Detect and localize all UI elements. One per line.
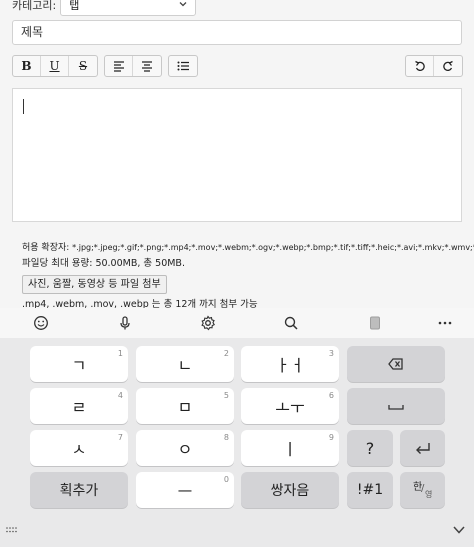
content-editor[interactable] [12,88,462,222]
key-label: ㅣ [282,440,298,459]
question-key[interactable]: ? [347,430,393,466]
double-consonant-key[interactable]: 쌍자음 [241,472,339,508]
key-ieung[interactable]: ㅇ 8 [136,430,234,466]
format-group: B U S [12,55,98,77]
post-form: 카테고리: 탭 제목 B U S 허용 확장자: *.jpg;*.jpeg;*.… [0,0,474,312]
redo-button[interactable] [434,56,462,76]
key-label: ㄹ [71,398,87,417]
language-switch-key[interactable]: 한 / 영 [400,472,445,508]
microphone-icon[interactable] [117,315,133,331]
keyboard-nav-bar [0,516,474,547]
keyboard-toolbar [0,308,474,338]
add-stroke-key[interactable]: 획추가 [30,472,128,508]
key-eu[interactable]: ㅡ 0 [136,472,234,508]
key-label: !#1 [356,482,384,498]
text-caret [23,99,24,114]
allowed-label: 허용 확장자: [22,243,70,253]
key-a-eo[interactable]: ㅏㅓ 3 [241,346,339,382]
key-number: 4 [117,391,123,400]
key-number: 1 [117,349,123,358]
category-value: 탭 [69,0,80,12]
key-label: ㅡ [177,482,193,501]
undo-icon [414,60,425,72]
key-label: ㄱ [71,356,87,375]
key-number: 8 [223,433,229,442]
bullet-list-button[interactable] [169,56,197,76]
key-number: 6 [328,391,334,400]
key-label: ㅅ [71,440,87,459]
space-icon [388,405,404,410]
strikethrough-button[interactable]: S [69,56,97,76]
key-rieul[interactable]: ㄹ 4 [30,388,128,424]
key-o-u[interactable]: ㅗㅜ 6 [241,388,339,424]
keyboard-switcher-icon[interactable] [5,525,19,535]
align-group [104,55,162,77]
key-number: 0 [223,475,229,484]
enter-key[interactable] [400,430,445,466]
underline-button[interactable]: U [41,56,69,76]
key-number: 2 [223,349,229,358]
key-label: 쌍자음 [270,483,310,499]
more-options-icon[interactable] [437,315,453,331]
space-key[interactable] [347,388,445,424]
max-size-text: 파일당 최대 용량: 50.00MB, 총 50MB. [22,258,185,269]
key-i[interactable]: ㅣ 9 [241,430,339,466]
key-mieum[interactable]: ㅁ 5 [136,388,234,424]
key-label: 획추가 [59,483,99,499]
align-left-button[interactable] [105,56,133,76]
align-center-icon [142,61,152,72]
category-label: 카테고리: [12,0,57,12]
allowed-ext-list: *.jpg;*.jpeg;*.gif;*.png;*.mp4;*.mov;*.w… [72,243,474,252]
category-row: 카테고리: 탭 [12,0,197,16]
key-number: 5 [223,391,229,400]
undo-button[interactable] [406,56,434,76]
key-nieun[interactable]: ㄴ 2 [136,346,234,382]
allowed-extensions: 허용 확장자: *.jpg;*.jpeg;*.gif;*.png;*.mp4;*… [22,241,474,255]
key-number: 9 [328,433,334,442]
history-group [405,55,463,77]
enter-icon [415,443,430,454]
key-siot[interactable]: ㅅ 7 [30,430,128,466]
chevron-down-icon [179,2,187,7]
category-select[interactable]: 탭 [60,0,197,16]
attach-file-button[interactable]: 사진, 움짤, 동영상 등 파일 첨부 [22,275,167,294]
key-number: 3 [328,349,334,358]
key-label: ㅇ [177,440,193,459]
editor-toolbar: B U S [12,55,198,79]
clipboard-icon[interactable] [367,315,383,331]
bold-button[interactable]: B [13,56,41,76]
lang-slash: / [421,483,425,494]
key-label: ㅁ [177,398,193,417]
backspace-key[interactable] [347,346,445,382]
key-number: 7 [117,433,123,442]
attachment-info: 허용 확장자: *.jpg;*.jpeg;*.gif;*.png;*.mp4;*… [22,241,474,312]
symbols-key[interactable]: !#1 [347,472,393,508]
align-left-icon [113,61,124,72]
align-center-button[interactable] [133,56,161,76]
key-label: ? [365,438,375,458]
backspace-icon [388,358,403,370]
bullet-list-icon [177,61,189,71]
emoji-icon[interactable] [33,315,49,331]
key-label: ㅏㅓ [275,356,305,375]
list-group [168,55,198,77]
lang-bottom: 영 [425,490,433,499]
redo-icon [443,60,453,72]
key-label: ㅗㅜ [275,398,305,417]
hide-keyboard-icon[interactable] [452,524,466,536]
key-label: ㄴ [177,356,193,375]
settings-gear-icon[interactable] [200,315,216,331]
search-icon[interactable] [283,315,299,331]
key-giyeok[interactable]: ㄱ 1 [30,346,128,382]
title-input[interactable]: 제목 [12,20,462,45]
